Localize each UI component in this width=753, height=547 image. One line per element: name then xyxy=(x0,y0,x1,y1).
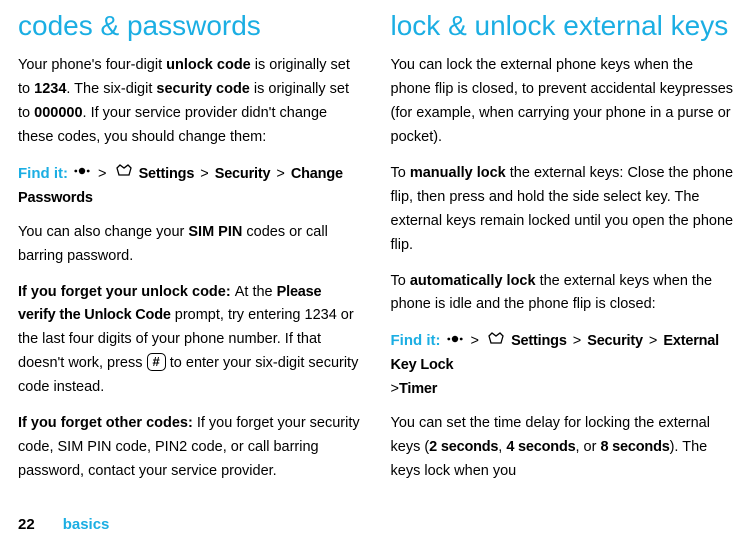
body-text: To manually lock the external keys: Clos… xyxy=(391,162,736,258)
heading-codes-passwords: codes & passwords xyxy=(18,10,363,42)
hash-key-icon: # xyxy=(147,353,166,371)
center-select-icon xyxy=(447,330,463,354)
right-column: lock & unlock external keys You can lock… xyxy=(391,10,736,496)
left-column: codes & passwords Your phone's four-digi… xyxy=(18,10,363,496)
page-number: 22 xyxy=(18,516,35,533)
center-select-icon xyxy=(74,162,90,186)
findit-path: Find it: > Settings > Security > Externa… xyxy=(391,329,736,402)
findit-label: Find it: xyxy=(391,332,441,349)
body-text: To automatically lock the external keys … xyxy=(391,270,736,318)
settings-menu-icon xyxy=(115,162,133,186)
body-text: If you forget your unlock code: At the P… xyxy=(18,281,363,401)
body-text: You can set the time delay for locking t… xyxy=(391,412,736,484)
body-text: If you forget other codes: If you forget… xyxy=(18,412,363,484)
body-text: You can lock the external phone keys whe… xyxy=(391,54,736,150)
section-label: basics xyxy=(63,516,110,533)
settings-menu-icon xyxy=(487,330,505,354)
page-footer: 22 basics xyxy=(18,516,109,533)
findit-label: Find it: xyxy=(18,165,68,182)
body-text: Your phone's four-digit unlock code is o… xyxy=(18,54,363,150)
heading-lock-unlock: lock & unlock external keys xyxy=(391,10,736,42)
body-text: You can also change your SIM PIN codes o… xyxy=(18,221,363,269)
findit-path: Find it: > Settings > Security > Change … xyxy=(18,162,363,211)
